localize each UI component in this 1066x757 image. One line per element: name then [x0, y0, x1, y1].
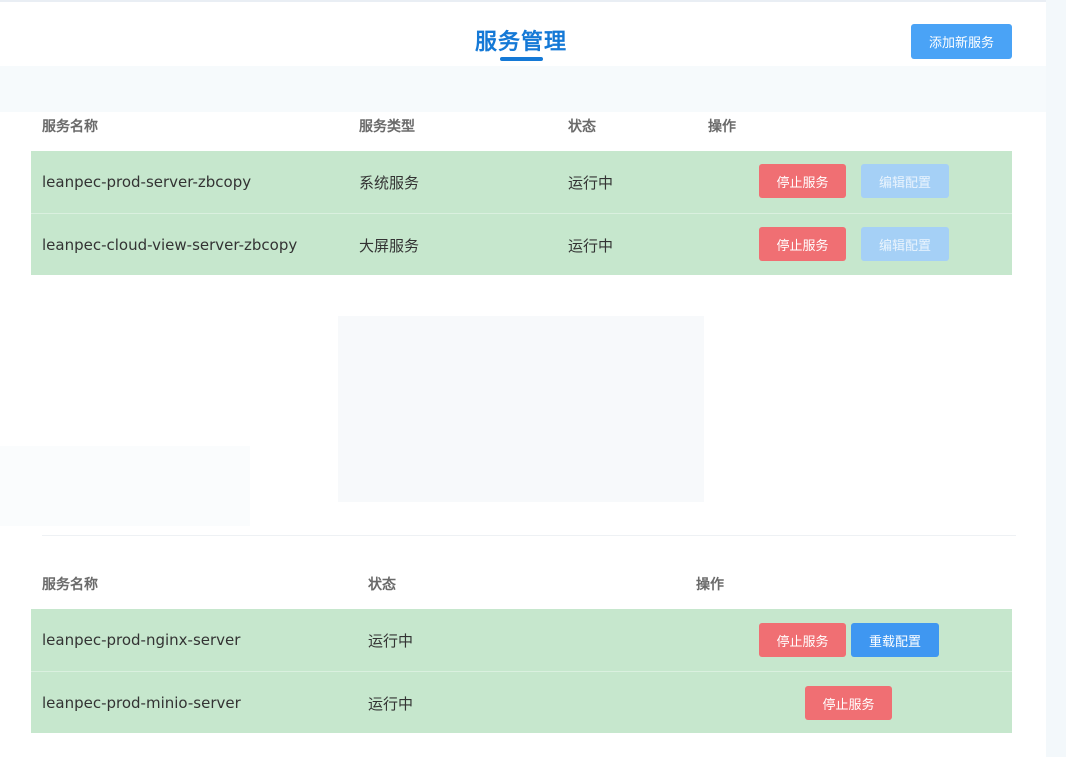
top-border [0, 0, 1066, 2]
stop-service-button[interactable]: 停止服务 [759, 227, 846, 261]
service-name: leanpec-prod-server-zbcopy [42, 173, 252, 191]
service-status: 运行中 [368, 631, 414, 650]
table-row: leanpec-cloud-view-server-zbcopy 大屏服务 运行… [31, 213, 1012, 275]
table-row: leanpec-prod-nginx-server 运行中 停止服务 重载配置 [31, 609, 1012, 671]
service-name: leanpec-prod-nginx-server [42, 631, 241, 649]
background-panel [338, 316, 704, 502]
column-header-actions: 操作 [708, 119, 736, 135]
service-status: 运行中 [568, 236, 614, 255]
reload-config-button[interactable]: 重载配置 [851, 623, 939, 657]
section-divider [42, 535, 1016, 536]
stop-service-button[interactable]: 停止服务 [805, 686, 892, 720]
page-title: 服务管理 [474, 30, 567, 55]
edit-config-button[interactable]: 编辑配置 [861, 164, 949, 198]
stop-service-button[interactable]: 停止服务 [759, 623, 846, 657]
stop-service-button[interactable]: 停止服务 [759, 164, 846, 198]
header-band [0, 66, 1046, 112]
service-type: 大屏服务 [359, 236, 420, 255]
background-panel [0, 446, 250, 526]
column-header-type: 服务类型 [359, 119, 415, 135]
service-type: 系统服务 [359, 173, 420, 192]
column-header-name: 服务名称 [42, 577, 98, 593]
table-row: leanpec-prod-minio-server 运行中 停止服务 [31, 671, 1012, 733]
service-status: 运行中 [568, 173, 614, 192]
service-name: leanpec-prod-minio-server [42, 694, 241, 712]
column-header-name: 服务名称 [42, 119, 98, 135]
column-header-actions: 操作 [696, 577, 724, 593]
column-header-status: 状态 [368, 577, 396, 593]
add-service-button[interactable]: 添加新服务 [911, 24, 1012, 59]
right-scroll-strip [1046, 0, 1066, 757]
service-status: 运行中 [368, 694, 414, 713]
table-row: leanpec-prod-server-zbcopy 系统服务 运行中 停止服务… [31, 151, 1012, 213]
title-underline [500, 57, 543, 61]
service-name: leanpec-cloud-view-server-zbcopy [42, 236, 298, 254]
edit-config-button[interactable]: 编辑配置 [861, 227, 949, 261]
column-header-status: 状态 [568, 119, 596, 135]
